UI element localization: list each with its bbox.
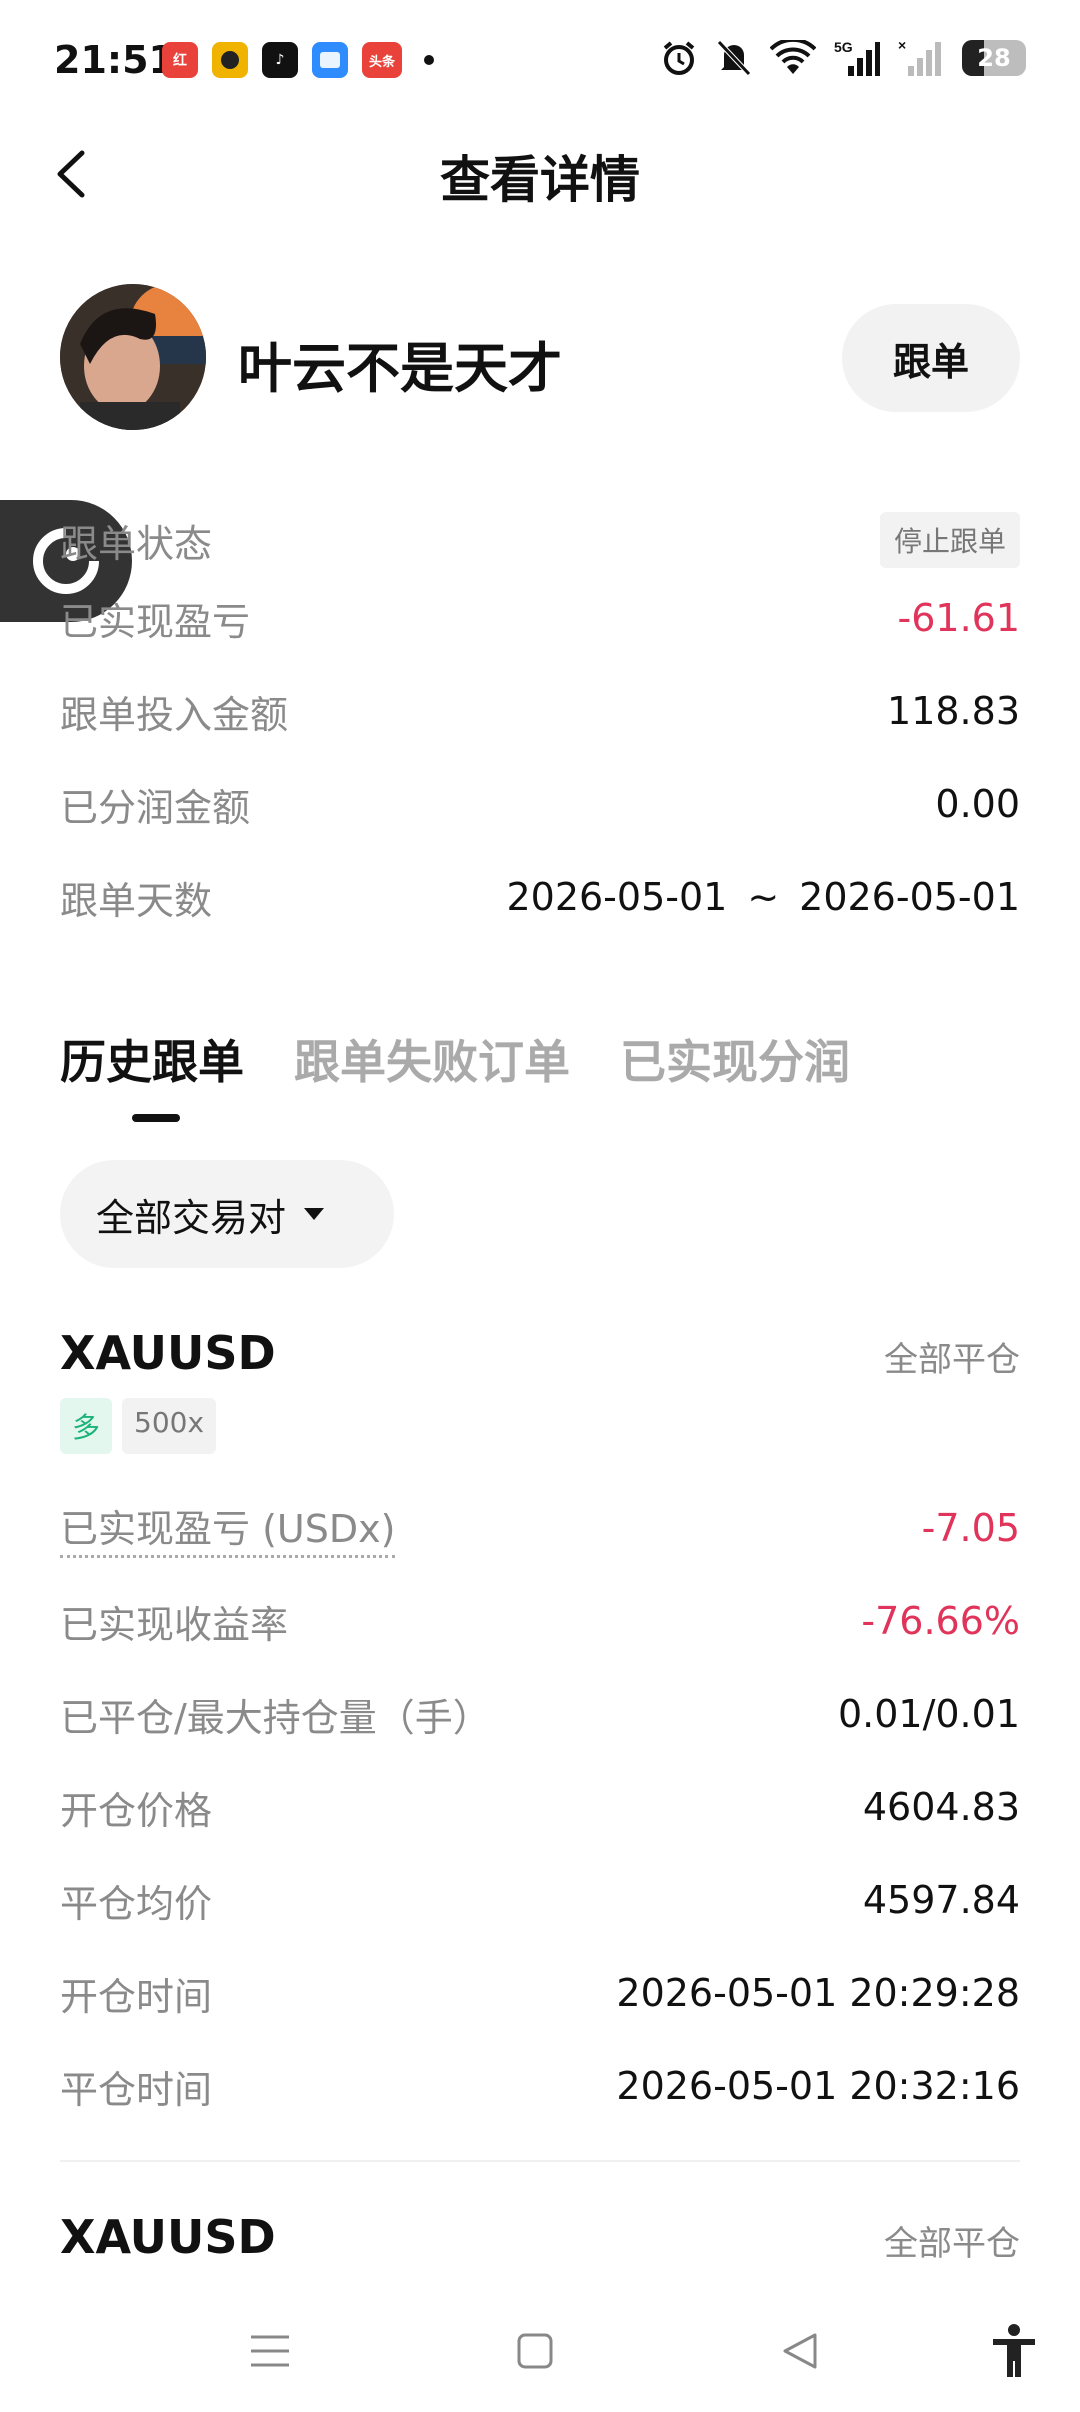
open-price-row: 开仓价格 4604.83: [60, 1777, 1020, 1837]
close-time-row: 平仓时间 2026-05-01 20:32:16: [60, 2056, 1020, 2116]
trade-size-label: 已平仓/最大持仓量（手）: [60, 1695, 491, 1740]
home-nav-button[interactable]: [505, 2316, 565, 2386]
tab-failed-orders[interactable]: 跟单失败订单: [294, 1026, 570, 1116]
caret-down-icon: [304, 1208, 325, 1220]
system-icons: 5G × 28: [660, 38, 1026, 78]
header: 查看详情: [0, 120, 1080, 230]
trade-size-value: 0.01/0.01: [837, 1692, 1020, 1736]
tab-history-follow[interactable]: 历史跟单: [60, 1026, 244, 1116]
follow-days-label: 跟单天数: [60, 878, 213, 923]
follow-status-label: 跟单状态: [60, 521, 213, 566]
direction-tag: 多: [60, 1398, 113, 1454]
close-price-value: 4597.84: [862, 1878, 1020, 1922]
svg-text:5G: 5G: [834, 39, 853, 55]
invest-amount-value: 118.83: [887, 689, 1020, 733]
open-price-value: 4604.83: [862, 1785, 1020, 1829]
trade-size-row: 已平仓/最大持仓量（手） 0.01/0.01: [60, 1684, 1020, 1744]
open-price-label: 开仓价格: [60, 1788, 213, 1833]
tiktok-icon: ♪: [262, 42, 298, 78]
avatar[interactable]: [60, 284, 206, 430]
close-price-label: 平仓均价: [60, 1881, 213, 1926]
app-icon-2: [212, 42, 248, 78]
trade-tags: 多 500x: [60, 1398, 217, 1454]
trade-roi-row: 已实现收益率 -76.66%: [60, 1591, 1020, 1651]
leverage-tag: 500x: [122, 1398, 217, 1454]
trader-profile: 叶云不是天才 跟单: [60, 284, 1020, 430]
status-bar: 21:51 红 ♪ 头条 5G × 28: [0, 0, 1080, 120]
profit-share-label: 已分润金额: [60, 785, 251, 830]
profit-share-value: 0.00: [935, 782, 1020, 826]
invest-amount-row: 跟单投入金额 118.83: [60, 681, 1020, 741]
tab-realized-share[interactable]: 已实现分润: [620, 1026, 850, 1116]
system-nav-bar: [0, 2300, 1080, 2412]
app-icon-1: 红: [162, 42, 198, 78]
app-icon-4: [312, 42, 348, 78]
open-time-row: 开仓时间 2026-05-01 20:29:28: [60, 1963, 1020, 2023]
notification-app-icons: 红 ♪ 头条: [162, 42, 434, 78]
alarm-icon: [660, 38, 698, 78]
follow-button[interactable]: 跟单: [842, 304, 1020, 412]
avatar-image: [60, 284, 206, 430]
trade-pnl-label[interactable]: 已实现盈亏 (USDx): [60, 1498, 396, 1558]
active-tab-indicator: [132, 1114, 180, 1122]
follow-days-row: 跟单天数 2026-05-01 ~2026-05-01: [60, 867, 1020, 927]
trade-pnl-value: -7.05: [921, 1506, 1020, 1550]
menu-nav-button[interactable]: [240, 2316, 300, 2386]
svg-text:×: ×: [898, 38, 906, 53]
realized-pnl-value: -61.61: [897, 596, 1021, 640]
signal-weak-icon: ×: [898, 38, 944, 78]
trade-roi-value: -76.66%: [861, 1599, 1020, 1643]
history-tabs: 历史跟单 跟单失败订单 已实现分润: [60, 1026, 850, 1116]
battery-level: 28: [977, 44, 1011, 72]
close-time-label: 平仓时间: [60, 2067, 213, 2112]
menu-icon: [251, 2335, 289, 2367]
follow-end-date: 2026-05-01: [799, 875, 1020, 919]
date-separator: ~: [747, 875, 780, 919]
wifi-icon: [770, 38, 816, 78]
signal-5g-icon: 5G: [834, 38, 880, 78]
follow-status-row: 跟单状态 停止跟单: [60, 510, 1020, 570]
pair-filter-label: 全部交易对: [96, 1195, 287, 1240]
realized-pnl-row: 已实现盈亏 -61.61: [60, 588, 1020, 648]
page-title: 查看详情: [440, 151, 640, 209]
trader-username: 叶云不是天才: [238, 337, 562, 400]
back-nav-button[interactable]: [770, 2316, 830, 2386]
home-square-icon: [517, 2333, 553, 2369]
follow-date-range: 2026-05-01 ~2026-05-01: [506, 875, 1020, 919]
back-triangle-icon: [783, 2333, 817, 2369]
follow-start-date: 2026-05-01: [506, 875, 728, 919]
trade-symbol: XAUUSD: [60, 1326, 276, 1380]
accessibility-button[interactable]: [984, 2316, 1044, 2386]
toutiao-icon: 头条: [362, 42, 402, 78]
mute-icon: [716, 38, 752, 78]
status-badge: 停止跟单: [879, 512, 1020, 568]
profit-share-row: 已分润金额 0.00: [60, 774, 1020, 834]
pair-filter-dropdown[interactable]: 全部交易对: [60, 1160, 394, 1268]
accessibility-icon: [993, 2324, 1035, 2377]
battery-icon: 28: [962, 40, 1026, 76]
trade-pnl-row: 已实现盈亏 (USDx) -7.05: [60, 1498, 1020, 1558]
trade-symbol-2: XAUUSD: [60, 2210, 276, 2264]
open-time-value: 2026-05-01 20:29:28: [616, 1971, 1020, 2015]
more-notifications-dot: [424, 55, 434, 65]
trade-divider: [60, 2160, 1020, 2162]
invest-amount-label: 跟单投入金额: [60, 692, 289, 737]
close-price-row: 平仓均价 4597.84: [60, 1870, 1020, 1930]
open-time-label: 开仓时间: [60, 1974, 213, 2019]
close-time-value: 2026-05-01 20:32:16: [616, 2064, 1020, 2108]
trade-status-2: 全部平仓: [884, 2224, 1020, 2264]
trade-roi-label: 已实现收益率: [60, 1602, 289, 1647]
status-time: 21:51: [54, 38, 175, 82]
trade-status: 全部平仓: [884, 1340, 1020, 1380]
realized-pnl-label: 已实现盈亏: [60, 599, 251, 644]
